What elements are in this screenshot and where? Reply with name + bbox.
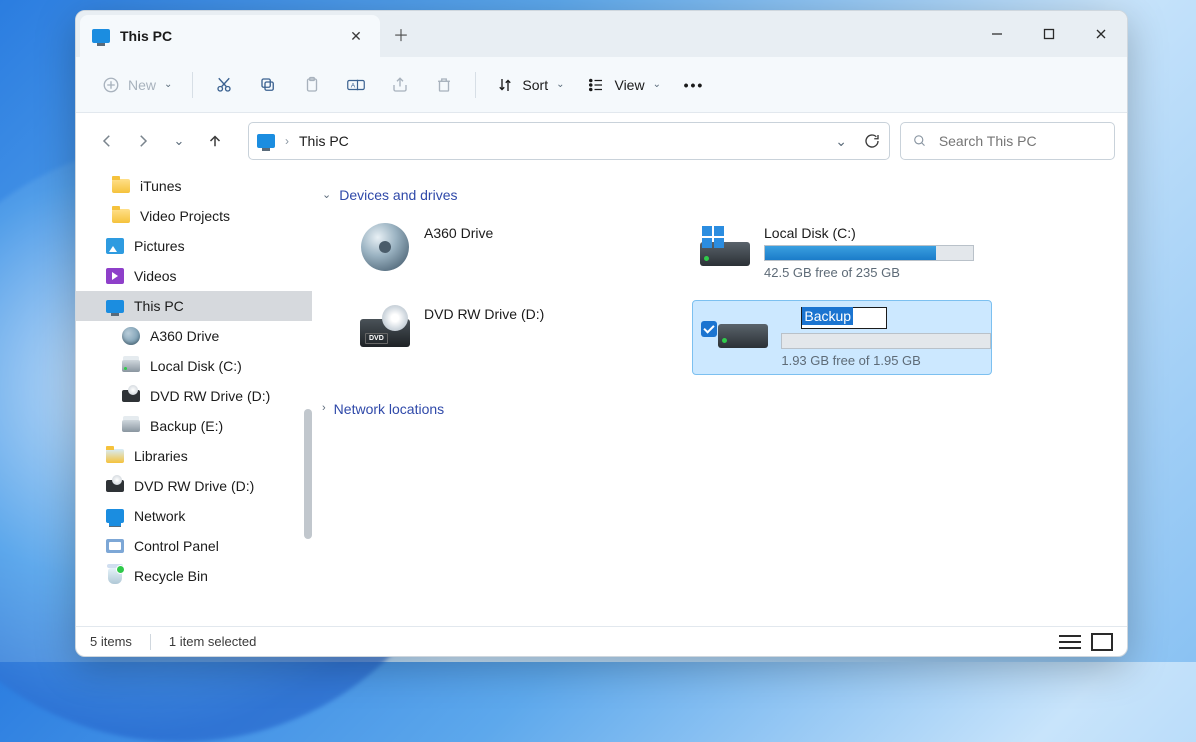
search-input[interactable] [939, 133, 1102, 149]
recent-locations-button[interactable]: ⌄ [162, 124, 196, 158]
cut-button[interactable] [205, 67, 243, 103]
status-bar: 5 items 1 item selected [76, 626, 1127, 656]
svg-text:A: A [351, 82, 356, 89]
tab-title: This PC [120, 28, 334, 44]
new-button[interactable]: New ⌄ [94, 67, 180, 103]
navigation-pane: iTunes Video Projects Pictures Videos Th… [76, 169, 312, 626]
sidebar-item-this-pc[interactable]: This PC [76, 291, 312, 321]
sidebar-item-pictures[interactable]: Pictures [76, 231, 312, 261]
a360-icon [358, 225, 412, 269]
close-window-button[interactable] [1075, 11, 1127, 57]
search-box[interactable] [900, 122, 1115, 160]
active-tab[interactable]: This PC ✕ [80, 15, 380, 57]
paste-button[interactable] [293, 67, 331, 103]
this-pc-icon [92, 29, 110, 43]
sidebar-item-video-projects[interactable]: Video Projects [76, 201, 312, 231]
up-button[interactable] [198, 124, 232, 158]
chevron-right-icon: › [322, 402, 326, 414]
command-bar: New ⌄ A Sort ⌄ View ⌄ ••• [76, 57, 1127, 113]
sidebar-item-videos[interactable]: Videos [76, 261, 312, 291]
details-view-button[interactable] [1059, 633, 1081, 651]
drive-backup-e[interactable]: Backup 1.93 GB free of 1.95 GB [692, 300, 992, 375]
close-tab-button[interactable]: ✕ [344, 24, 368, 48]
sidebar-item-dvd-d-2[interactable]: DVD RW Drive (D:) [76, 471, 312, 501]
storage-bar [764, 245, 974, 261]
copy-button[interactable] [249, 67, 287, 103]
sidebar-item-dvd-d[interactable]: DVD RW Drive (D:) [76, 381, 312, 411]
rename-button[interactable]: A [337, 67, 375, 103]
section-network[interactable]: › Network locations [322, 395, 1109, 423]
hdd-icon [698, 225, 752, 269]
sort-button[interactable]: Sort ⌄ [488, 67, 572, 103]
sidebar-scrollbar[interactable] [304, 409, 312, 539]
title-bar: This PC ✕ ＋ [76, 11, 1127, 57]
sidebar-item-local-disk-c[interactable]: Local Disk (C:) [76, 351, 312, 381]
sidebar-item-backup-e[interactable]: Backup (E:) [76, 411, 312, 441]
chevron-down-icon: ⌄ [322, 188, 331, 201]
view-button[interactable]: View ⌄ [578, 67, 668, 103]
forward-button[interactable] [126, 124, 160, 158]
tiles-view-button[interactable] [1091, 633, 1113, 651]
new-tab-button[interactable]: ＋ [380, 11, 422, 57]
sidebar-item-control-panel[interactable]: Control Panel [76, 531, 312, 561]
back-button[interactable] [90, 124, 124, 158]
storage-bar [781, 333, 991, 349]
hdd-icon [717, 307, 769, 351]
drive-dvd-d[interactable]: DVD RW Drive (D:) [352, 300, 652, 375]
content-pane: ⌄ Devices and drives A360 Drive Local Di… [312, 169, 1127, 626]
chevron-down-icon: ⌄ [653, 79, 661, 90]
chevron-right-icon: › [285, 134, 289, 148]
sidebar-item-network[interactable]: Network [76, 501, 312, 531]
chevron-down-icon: ⌄ [164, 79, 172, 90]
explorer-window: This PC ✕ ＋ New ⌄ A Sort ⌄ View [75, 10, 1128, 657]
section-devices[interactable]: ⌄ Devices and drives [322, 181, 1109, 209]
maximize-button[interactable] [1023, 11, 1075, 57]
drive-a360[interactable]: A360 Drive [352, 219, 652, 286]
address-bar[interactable]: › This PC ⌄ [248, 122, 890, 160]
drive-local-c[interactable]: Local Disk (C:) 42.5 GB free of 235 GB [692, 219, 992, 286]
chevron-down-icon: ⌄ [556, 79, 564, 90]
rename-input[interactable]: Backup [801, 307, 887, 329]
navigation-row: ⌄ › This PC ⌄ [76, 113, 1127, 169]
chevron-down-icon[interactable]: ⌄ [835, 133, 847, 150]
status-count: 5 items [90, 634, 132, 649]
breadcrumb-item[interactable]: This PC [299, 133, 349, 149]
share-button[interactable] [381, 67, 419, 103]
more-button[interactable]: ••• [675, 67, 713, 103]
sidebar-item-libraries[interactable]: Libraries [76, 441, 312, 471]
this-pc-icon [257, 134, 275, 148]
refresh-icon[interactable] [863, 132, 881, 150]
sidebar-item-recycle-bin[interactable]: Recycle Bin [76, 561, 312, 591]
dvd-icon [358, 306, 412, 350]
search-icon [913, 133, 927, 149]
checkbox-icon[interactable] [701, 321, 717, 337]
status-selected: 1 item selected [169, 634, 256, 649]
delete-button[interactable] [425, 67, 463, 103]
sidebar-item-itunes[interactable]: iTunes [76, 171, 312, 201]
minimize-button[interactable] [971, 11, 1023, 57]
sidebar-item-a360[interactable]: A360 Drive [76, 321, 312, 351]
